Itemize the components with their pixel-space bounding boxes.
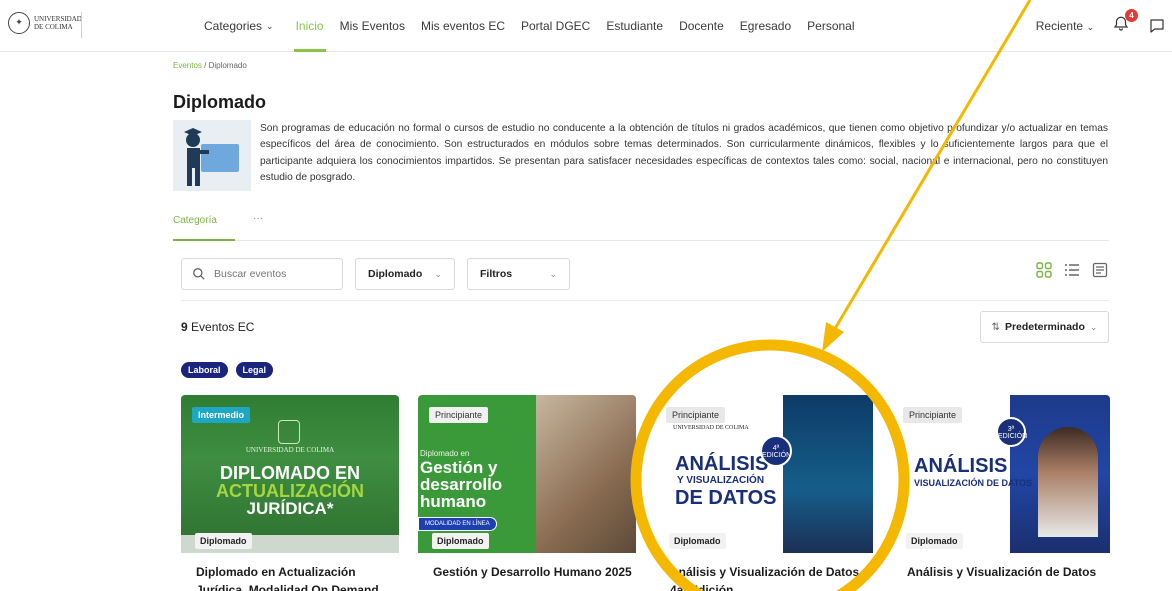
breadcrumb: Eventos / Diplomado	[173, 61, 247, 70]
level-badge: Principiante	[903, 407, 963, 423]
divider	[181, 300, 1109, 301]
card-image-text: UNIVERSIDAD DE COLIMA	[245, 446, 335, 454]
tag-chips: Laboral Legal	[181, 362, 274, 378]
card-image-text: JURÍDICA*	[246, 499, 334, 518]
card-image-text: Gestión y desarrollo humano	[420, 458, 503, 511]
event-card-title[interactable]: Gestión y Desarrollo Humano 2025	[433, 563, 633, 581]
level-badge: Principiante	[429, 407, 489, 423]
card-photo	[783, 395, 873, 553]
breadcrumb-eventos-link[interactable]: Eventos	[173, 61, 202, 70]
tab-more[interactable]: ···	[253, 213, 263, 224]
chevron-down-icon: ⌄	[549, 268, 557, 279]
grid-view-icon[interactable]	[1036, 262, 1052, 278]
notifications-button[interactable]: 4	[1112, 9, 1138, 37]
card-image-text: ANÁLISIS	[675, 453, 769, 475]
sort-select[interactable]: ⇅ Predeterminado ⌄	[980, 311, 1109, 343]
search-icon	[193, 268, 205, 280]
logo-text: UNIVERSIDAD DE COLIMA	[34, 15, 82, 31]
search-field[interactable]	[181, 258, 343, 290]
event-card[interactable]: UNIVERSIDAD DE COLIMA ANÁLISIS Y VISUALI…	[655, 395, 873, 591]
type-badge: Diplomado	[906, 533, 963, 549]
nav-item-personal[interactable]: Personal	[799, 0, 862, 52]
event-card-image: ANÁLISIS VISUALIZACIÓN DE DATOS 3ª EDICI…	[892, 395, 1110, 553]
tab-active-indicator	[173, 239, 235, 241]
tab-categoria[interactable]: Categoría	[173, 215, 217, 226]
breadcrumb-current: Diplomado	[208, 61, 247, 70]
nav-categories-label: Categories	[204, 19, 263, 33]
seal-icon	[278, 420, 300, 444]
nav-item-mis-eventos[interactable]: Mis Eventos	[332, 0, 413, 52]
main-nav: Categories ⌄ Inicio Mis Eventos Mis event…	[196, 0, 863, 52]
results-count: 9 Eventos EC	[181, 320, 254, 334]
nav-item-mis-eventos-ec[interactable]: Mis eventos EC	[413, 0, 513, 52]
type-select-value: Diplomado	[368, 268, 423, 280]
card-image-text: Diplomado en	[420, 449, 470, 458]
chip-legal[interactable]: Legal	[235, 362, 274, 378]
category-tabs: Categoría ···	[173, 213, 1109, 241]
event-card-image: UNIVERSIDAD DE COLIMA ANÁLISIS Y VISUALI…	[655, 395, 873, 553]
event-card-image: Diplomado en Gestión y desarrollo humano…	[418, 395, 636, 553]
type-badge: Diplomado	[195, 533, 252, 549]
type-badge: Diplomado	[432, 533, 489, 549]
event-card[interactable]: Diplomado en Gestión y desarrollo humano…	[418, 395, 636, 591]
event-card[interactable]: UNIVERSIDAD DE COLIMA DIPLOMADO EN ACTUA…	[181, 395, 399, 591]
notification-badge: 4	[1125, 9, 1138, 22]
filters-select-label: Filtros	[480, 268, 513, 280]
card-image-text: ANÁLISIS	[914, 455, 1008, 477]
card-image-text: Y VISUALIZACIÓN	[677, 475, 765, 486]
nav-item-egresado[interactable]: Egresado	[732, 0, 799, 52]
event-card[interactable]: ANÁLISIS VISUALIZACIÓN DE DATOS 3ª EDICI…	[892, 395, 1110, 591]
results-count-label: Eventos EC	[191, 320, 255, 334]
view-toggle	[1036, 262, 1108, 278]
edition-badge: 4ª EDICIÓN	[760, 435, 792, 467]
card-image-text: DE DATOS	[675, 487, 777, 509]
chevron-down-icon: ⌄	[434, 268, 442, 279]
edition-badge: 3ª EDICIÓN	[996, 417, 1027, 447]
chevron-down-icon: ⌄	[1089, 321, 1098, 332]
chevron-down-icon: ⌄	[1086, 22, 1094, 32]
page-description: Son programas de educación no formal o c…	[260, 123, 1108, 183]
university-logo[interactable]: ✦ UNIVERSIDAD DE COLIMA	[8, 12, 82, 34]
card-image-text: UNIVERSIDAD DE COLIMA	[673, 425, 749, 431]
level-badge: Principiante	[666, 407, 726, 423]
seal-icon: ✦	[8, 12, 30, 34]
nav-item-estudiante[interactable]: Estudiante	[598, 0, 671, 52]
search-input[interactable]	[214, 268, 334, 280]
results-count-number: 9	[181, 320, 188, 334]
detail-view-icon[interactable]	[1092, 262, 1108, 278]
event-card-title[interactable]: Análisis y Visualización de Datos 4a. Ed…	[670, 563, 870, 591]
annotation-arrowhead	[822, 322, 844, 352]
page-title: Diplomado	[173, 92, 266, 112]
nav-item-docente[interactable]: Docente	[671, 0, 732, 52]
event-card-title[interactable]: Análisis y Visualización de Datos	[907, 563, 1107, 581]
event-card-image: UNIVERSIDAD DE COLIMA DIPLOMADO EN ACTUA…	[181, 395, 399, 553]
card-image-text: MODALIDAD EN LÍNEA	[418, 517, 497, 531]
card-photo	[536, 395, 636, 553]
recent-label: Reciente	[1035, 19, 1084, 33]
card-photo	[1038, 427, 1098, 537]
nav-item-inicio[interactable]: Inicio	[288, 0, 332, 52]
divider	[81, 12, 82, 38]
nav-item-portal-dgec[interactable]: Portal DGEC	[513, 0, 598, 52]
chat-icon[interactable]	[1148, 17, 1166, 35]
type-badge: Diplomado	[669, 533, 726, 549]
sort-select-value: Predeterminado	[1004, 321, 1085, 333]
sort-icon: ⇅	[991, 321, 1000, 333]
filters-select[interactable]: Filtros ⌄	[467, 258, 570, 290]
nav-right: Reciente ⌄ 4	[1036, 0, 1172, 52]
top-navbar: ✦ UNIVERSIDAD DE COLIMA Categories ⌄ Inic…	[0, 0, 1172, 52]
graduate-icon	[173, 120, 251, 191]
level-badge: Intermedio	[192, 407, 251, 423]
card-image-text: VISUALIZACIÓN DE DATOS	[914, 478, 1033, 488]
event-card-title[interactable]: Diplomado en Actualización Jurídica, Mod…	[196, 563, 396, 591]
chip-laboral[interactable]: Laboral	[181, 362, 228, 378]
diplomado-illustration	[173, 120, 251, 191]
nav-categories-dropdown[interactable]: Categories ⌄	[196, 0, 282, 52]
chevron-down-icon: ⌄	[266, 20, 274, 31]
type-select[interactable]: Diplomado ⌄	[355, 258, 455, 290]
recent-dropdown[interactable]: Reciente ⌄	[1036, 19, 1094, 33]
breadcrumb-separator: /	[201, 61, 209, 70]
list-view-icon[interactable]	[1064, 262, 1080, 278]
